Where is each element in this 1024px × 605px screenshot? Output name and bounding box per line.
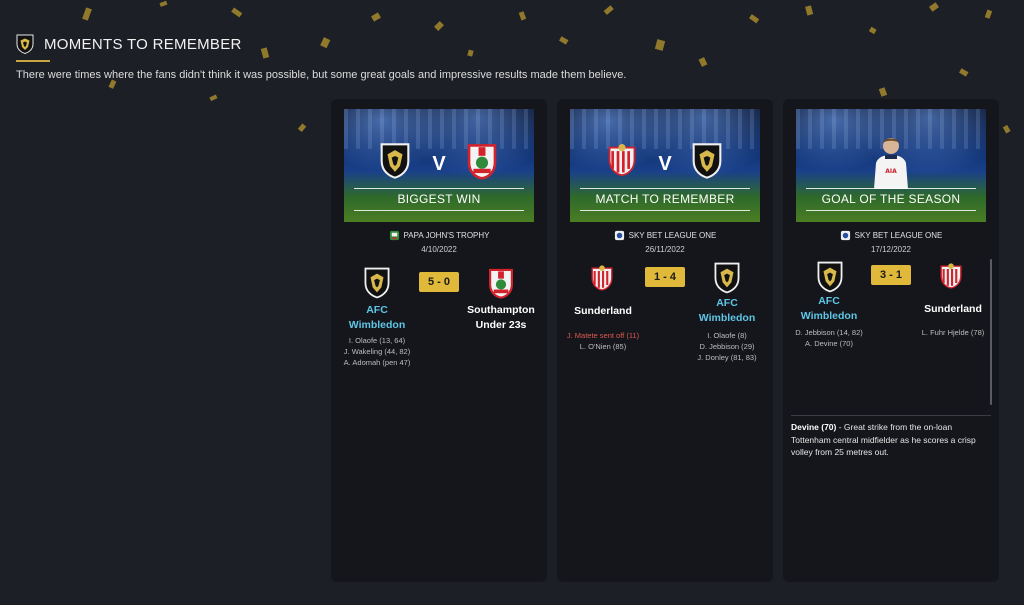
match-score: 3 - 1 — [871, 265, 911, 285]
match-date: 17/12/2022 — [870, 245, 912, 254]
home-team-name: AFC Wimbledon — [348, 304, 406, 331]
away-scorers: I. Olaofe (8) D. Jebbison (29) J. Donley… — [697, 331, 757, 362]
card-banner: V MATCH TO REMEMBER — [570, 109, 760, 222]
away-scorers: L. Fuhr Hjelde (78) — [921, 328, 985, 337]
versus-label: V — [658, 153, 672, 175]
away-team-name: AFC Wimbledon — [698, 297, 756, 324]
league-one-icon — [614, 230, 624, 241]
sunderland-crest-icon — [940, 263, 962, 289]
away-team-name: Southampton Under 23s — [467, 304, 535, 331]
divider — [791, 415, 991, 416]
competition-row: SKY BET LEAGUE ONE — [783, 230, 999, 241]
banner-label: BIGGEST WIN — [397, 192, 481, 206]
competition-row: SKY BET LEAGUE ONE — [557, 230, 773, 241]
card-banner: V BIGGEST WIN — [344, 109, 534, 222]
moment-card-biggest-win[interactable]: V BIGGEST WIN PAPA JOHN'S TROPHY 4/10/20… — [331, 99, 547, 582]
afc-wimbledon-crest-icon — [364, 267, 390, 299]
home-scorers: D. Jebbison (14, 82) A. Devine (70) — [795, 328, 863, 348]
moment-card-match-to-remember[interactable]: V MATCH TO REMEMBER SKY BET LEAGUE ONE 2… — [557, 99, 773, 582]
match-score: 5 - 0 — [419, 272, 459, 292]
home-team-name: Sunderland — [574, 305, 632, 317]
match-date: 26/11/2022 — [645, 245, 685, 254]
page-title: MOMENTS TO REMEMBER — [44, 35, 242, 53]
home-scorers: I. Olaofe (13, 64) J. Wakeling (44, 82) … — [343, 336, 411, 367]
competition-name: SKY BET LEAGUE ONE — [854, 231, 943, 240]
afc-wimbledon-crest-icon — [692, 143, 722, 179]
home-team-name: AFC Wimbledon — [800, 295, 858, 322]
competition-row: PAPA JOHN'S TROPHY — [331, 230, 547, 241]
banner-label: GOAL OF THE SEASON — [821, 192, 961, 206]
trophy-icon — [389, 230, 399, 241]
banner-label: MATCH TO REMEMBER — [595, 192, 735, 206]
competition-name: PAPA JOHN'S TROPHY — [403, 231, 490, 240]
moment-card-goal-of-the-season[interactable]: AIA GOAL OF THE SEASON SKY BET LEAGUE ON… — [783, 99, 999, 582]
competition-name: SKY BET LEAGUE ONE — [628, 231, 717, 240]
home-events: J. Matete sent off (11) L. O'Nien (85) — [566, 331, 640, 351]
svg-text:AIA: AIA — [885, 168, 897, 175]
section-header: MOMENTS TO REMEMBER — [16, 34, 242, 54]
afc-wimbledon-crest-icon — [16, 34, 34, 54]
match-date: 4/10/2022 — [421, 245, 457, 254]
southampton-crest-icon — [489, 268, 513, 299]
southampton-crest-icon — [467, 144, 497, 180]
versus-label: V — [432, 153, 446, 175]
page-subtitle: There were times where the fans didn't t… — [16, 69, 627, 81]
vertical-scrollbar[interactable] — [990, 259, 992, 405]
goal-description: Devine (70) - Great strike from the on-l… — [791, 421, 987, 459]
match-score: 1 - 4 — [645, 267, 685, 287]
afc-wimbledon-crest-icon — [817, 261, 843, 293]
afc-wimbledon-crest-icon — [714, 262, 740, 294]
card-banner: AIA GOAL OF THE SEASON — [796, 109, 986, 222]
league-one-icon — [840, 230, 850, 241]
goal-description-highlight: Devine (70) — [791, 422, 837, 432]
away-team-name: Sunderland — [924, 303, 982, 315]
sunderland-crest-icon — [591, 265, 613, 291]
player-image: AIA — [874, 138, 908, 189]
title-underline — [16, 60, 50, 62]
